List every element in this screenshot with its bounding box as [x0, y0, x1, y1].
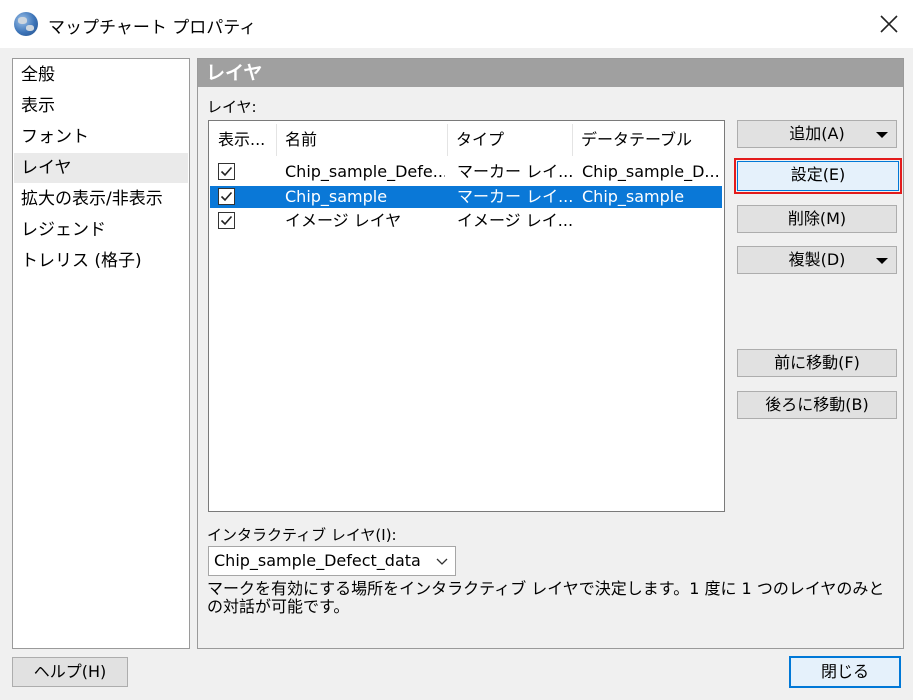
help-button[interactable]: ヘルプ(H) — [12, 657, 128, 687]
chevron-down-icon — [876, 132, 888, 138]
layer-name: Chip_sample_Defe... — [285, 162, 445, 181]
settings-button[interactable]: 設定(E) — [737, 161, 899, 191]
globe-icon — [14, 12, 38, 36]
close-icon[interactable] — [864, 0, 913, 48]
layer-type: マーカー レイ... — [457, 187, 574, 206]
layer-data-table — [582, 210, 720, 232]
move-up-button[interactable]: 前に移動(F) — [737, 349, 897, 377]
visible-checkbox[interactable] — [218, 163, 235, 180]
interactive-layer-label: インタラクティブ レイヤ(I): — [207, 526, 397, 544]
column-header-type[interactable]: タイプ — [448, 122, 572, 158]
layer-row[interactable]: Chip_sample マーカー レイ... Chip_sample — [210, 186, 722, 208]
interactive-layer-help-text: マークを有効にする場所をインタラクティブ レイヤで決定します。1 度に 1 つの… — [207, 579, 885, 616]
visible-checkbox[interactable] — [218, 188, 235, 205]
add-button[interactable]: 追加(A) — [737, 120, 897, 148]
visible-checkbox[interactable] — [218, 212, 235, 229]
duplicate-button-label: 複製(D) — [788, 250, 846, 269]
layers-label: レイヤ: — [207, 98, 257, 116]
nav-item-display[interactable]: 表示 — [14, 91, 188, 121]
layer-name: イメージ レイヤ — [285, 211, 402, 230]
layer-data-table: Chip_sample — [582, 187, 685, 206]
nav-item-zoom-visibility[interactable]: 拡大の表示/非表示 — [14, 184, 188, 214]
nav-item-general[interactable]: 全般 — [14, 60, 188, 90]
duplicate-button[interactable]: 複製(D) — [737, 246, 897, 274]
nav-item-legend[interactable]: レジェンド — [14, 215, 188, 245]
add-button-label: 追加(A) — [789, 124, 845, 143]
layer-row[interactable]: イメージ レイヤ イメージ レイ... — [210, 210, 722, 232]
nav-item-layers[interactable]: レイヤ — [14, 153, 188, 183]
chevron-down-icon — [876, 258, 888, 264]
layer-name: Chip_sample — [285, 187, 388, 206]
close-button[interactable]: 閉じる — [789, 656, 901, 688]
chevron-down-icon — [435, 553, 449, 572]
layer-type: イメージ レイ... — [457, 211, 574, 230]
move-down-button[interactable]: 後ろに移動(B) — [737, 391, 897, 419]
nav-item-font[interactable]: フォント — [14, 122, 188, 152]
layer-data-table: Chip_sample_D... — [582, 162, 720, 181]
delete-button[interactable]: 削除(M) — [737, 205, 897, 233]
interactive-layer-value: Chip_sample_Defect_data — [214, 551, 421, 570]
interactive-layer-select[interactable]: Chip_sample_Defect_data — [208, 546, 456, 576]
nav-item-trellis[interactable]: トレリス (格子) — [14, 246, 188, 276]
window-title: マップチャート プロパティ — [48, 18, 257, 38]
column-header-name[interactable]: 名前 — [277, 122, 447, 158]
layer-row[interactable]: Chip_sample_Defe... マーカー レイ... Chip_samp… — [210, 161, 722, 183]
column-header-visible[interactable]: 表示... — [210, 122, 276, 158]
layer-type: マーカー レイ... — [457, 162, 574, 181]
category-nav: 全般 表示 フォント レイヤ 拡大の表示/非表示 レジェンド トレリス (格子) — [12, 58, 190, 649]
column-header-data-table[interactable]: データテーブル — [573, 122, 721, 158]
section-title: レイヤ — [198, 59, 903, 87]
